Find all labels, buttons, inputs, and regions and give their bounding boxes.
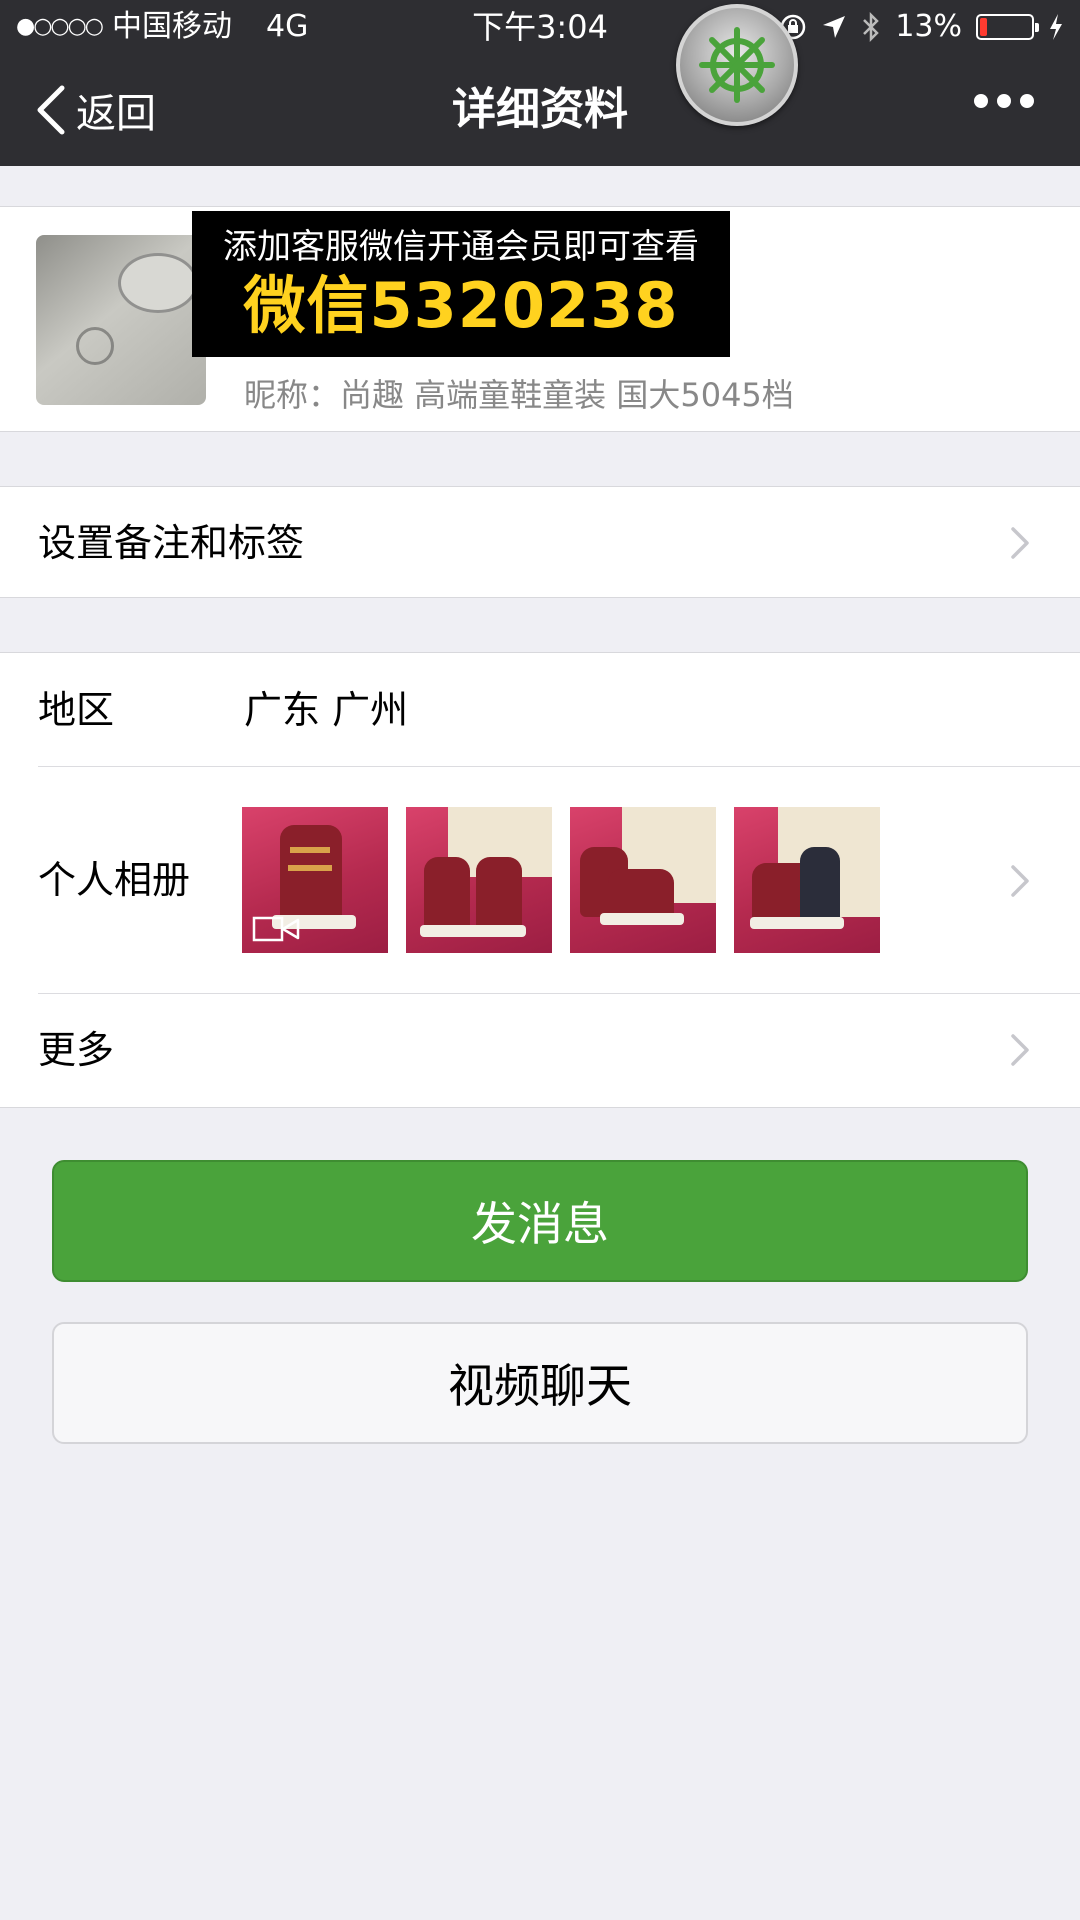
sole-shape xyxy=(600,913,684,925)
region-label: 地区 xyxy=(38,688,115,732)
album-thumbnail[interactable] xyxy=(406,807,552,953)
personal-album-label: 个人相册 xyxy=(38,858,191,902)
sole-shape xyxy=(750,917,844,929)
chevron-right-icon xyxy=(1011,1034,1029,1066)
boot-shape xyxy=(800,847,840,923)
avatar[interactable] xyxy=(36,235,206,405)
video-chat-button[interactable]: 视频聊天 xyxy=(52,1322,1028,1444)
divider xyxy=(38,766,1080,767)
album-thumbnail[interactable] xyxy=(570,807,716,953)
album-thumbnail[interactable] xyxy=(734,807,880,953)
promo-banner-line2: 微信5320238 xyxy=(243,269,679,342)
lace-shape xyxy=(288,865,332,871)
chevron-right-icon xyxy=(1011,865,1029,897)
location-arrow-icon xyxy=(823,16,846,38)
album-thumbnails xyxy=(242,807,880,953)
boot-shape xyxy=(424,857,470,931)
promo-banner-line1: 添加客服微信开通会员即可查看 xyxy=(223,227,699,267)
region-value: 广东 广州 xyxy=(244,688,409,732)
nickname: 昵称：尚趣 高端童鞋童装 国大5045档 xyxy=(244,376,794,414)
video-camera-icon xyxy=(252,916,300,942)
send-message-button[interactable]: 发消息 xyxy=(52,1160,1028,1282)
charging-bolt-icon xyxy=(1050,14,1062,40)
battery-level-fill xyxy=(980,18,987,36)
avatar-logo-shape xyxy=(76,327,114,365)
bluetooth-icon xyxy=(863,11,880,43)
more-dot-icon xyxy=(974,94,988,108)
battery-percent: 13% xyxy=(895,9,962,44)
lace-shape xyxy=(290,847,330,853)
avatar-coin-shape xyxy=(118,253,198,313)
ship-wheel-icon xyxy=(699,27,775,103)
album-thumbnail[interactable] xyxy=(242,807,388,953)
divider xyxy=(38,993,1080,994)
sole-shape xyxy=(420,925,526,937)
page-title: 详细资料 xyxy=(452,84,628,135)
chevron-right-icon xyxy=(1011,527,1029,559)
more-dot-icon xyxy=(1020,94,1034,108)
navigation-bar: 返回 详细资料 xyxy=(0,54,1080,166)
set-remark-label: 设置备注和标签 xyxy=(38,521,305,565)
more-dot-icon xyxy=(997,94,1011,108)
boot-shape xyxy=(476,857,522,931)
promo-banner: 添加客服微信开通会员即可查看 微信5320238 xyxy=(192,211,730,357)
status-bar: ●○○○○ 中国移动 4G 下午3:04 13% xyxy=(0,0,1080,54)
boot-shape xyxy=(280,825,342,921)
status-indicators: 13% xyxy=(779,0,1064,54)
profile-card: 添加客服微信开通会员即可查看 微信5320238 昵称：尚趣 高端童鞋童装 国大… xyxy=(0,206,1080,432)
set-remark-and-tags-row[interactable]: 设置备注和标签 xyxy=(0,486,1080,598)
ship-wheel-floating-icon[interactable] xyxy=(676,4,798,126)
more-label: 更多 xyxy=(38,1028,115,1072)
info-group: 地区 广东 广州 个人相册 更多 xyxy=(0,652,1080,1108)
header: ●○○○○ 中国移动 4G 下午3:04 13% 返回 详细资料 xyxy=(0,0,1080,166)
more-options-button[interactable] xyxy=(974,94,1034,108)
battery-icon xyxy=(976,14,1039,40)
